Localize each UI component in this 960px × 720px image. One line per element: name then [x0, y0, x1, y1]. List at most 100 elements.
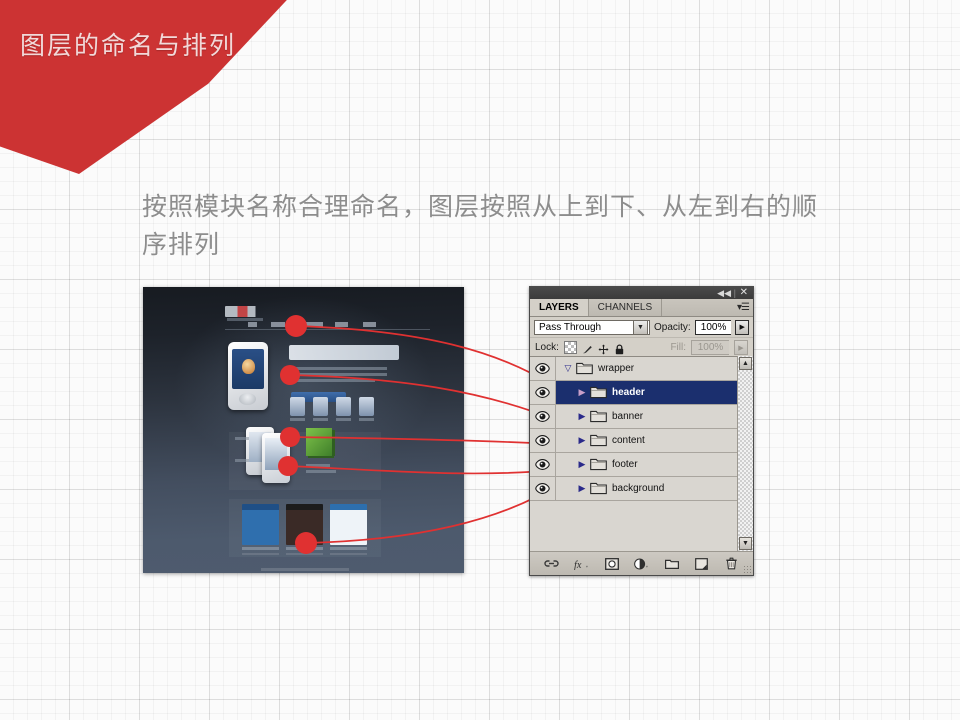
- tab-channels[interactable]: CHANNELS: [589, 299, 663, 316]
- blend-mode-select[interactable]: Pass Through ▼: [534, 319, 651, 335]
- mockup-headline: [289, 345, 399, 360]
- chevron-right-icon[interactable]: ▶: [574, 459, 590, 470]
- mockup-phone-screen: [265, 438, 287, 470]
- layer-name: header: [612, 387, 645, 398]
- layer-mask-icon[interactable]: [604, 556, 619, 571]
- layer-row[interactable]: ▶ banner: [530, 405, 753, 429]
- scroll-up-icon[interactable]: ▲: [739, 357, 752, 370]
- layer-name: background: [612, 483, 665, 494]
- slide-canvas: 图层的命名与排列 按照模块名称合理命名，图层按照从上到下、从左到右的顺序排列 ◀…: [0, 0, 960, 720]
- mockup-nav-item: [363, 322, 376, 327]
- layer-visibility-toggle[interactable]: [530, 405, 556, 428]
- layer-row[interactable]: ▽ wrapper: [530, 357, 753, 381]
- new-layer-icon[interactable]: [694, 556, 709, 571]
- folder-icon: [590, 410, 607, 423]
- mockup-site-logo-icon: [225, 306, 281, 317]
- chevron-right-icon[interactable]: ▶: [574, 411, 590, 422]
- link-layers-icon[interactable]: [544, 556, 559, 571]
- eye-icon: [535, 435, 550, 446]
- mockup-paragraph-line: [289, 379, 375, 382]
- mockup-feature-label: [336, 418, 351, 421]
- fill-input[interactable]: 100%: [691, 340, 729, 355]
- layer-row[interactable]: ▶ footer: [530, 453, 753, 477]
- panel-menu-icon[interactable]: ▾☰: [737, 302, 750, 313]
- mockup-gallery-card: [286, 504, 323, 545]
- layer-style-fx-icon[interactable]: fx: [574, 556, 589, 571]
- mockup-phone-home-button: [239, 393, 256, 405]
- layer-name: banner: [612, 411, 644, 422]
- mockup-paragraph-line: [289, 373, 387, 376]
- mockup-nav-item: [271, 322, 285, 327]
- eye-icon: [535, 411, 550, 422]
- lock-all-icon[interactable]: [614, 342, 625, 355]
- layer-row[interactable]: ▶ header: [530, 381, 753, 405]
- mockup-product-box: [306, 428, 332, 456]
- panel-bottom-toolbar: fx: [530, 551, 753, 575]
- mockup-gallery-label: [330, 547, 367, 550]
- chevron-right-icon[interactable]: ▶: [574, 387, 590, 398]
- layer-row[interactable]: ▶ content: [530, 429, 753, 453]
- mockup-feature-thumb: [359, 397, 374, 416]
- layer-visibility-toggle[interactable]: [530, 381, 556, 404]
- eye-icon: [535, 483, 550, 494]
- mockup-box-caption: [306, 464, 330, 467]
- folder-icon: [576, 362, 593, 375]
- close-icon[interactable]: ✕: [740, 287, 748, 299]
- mockup-gallery-desc: [242, 553, 279, 555]
- mockup-gallery-label: [286, 547, 323, 550]
- folder-icon: [590, 482, 607, 495]
- layer-visibility-toggle[interactable]: [530, 453, 556, 476]
- fill-stepper-icon[interactable]: ▶: [734, 340, 748, 355]
- mockup-feature-label: [290, 418, 305, 421]
- chevron-down-icon[interactable]: ▽: [560, 363, 576, 374]
- mockup-feature-thumb: [313, 397, 328, 416]
- mockup-nav-item: [248, 322, 257, 327]
- chevron-right-icon[interactable]: ▶: [574, 435, 590, 446]
- fill-label: Fill:: [670, 342, 686, 353]
- page-title: 图层的命名与排列: [20, 32, 237, 60]
- panel-resize-grip[interactable]: [743, 565, 751, 573]
- opacity-stepper-icon[interactable]: ▶: [735, 319, 749, 335]
- lock-label: Lock:: [535, 342, 559, 353]
- mockup-feature-thumb: [290, 397, 305, 416]
- layer-name: content: [612, 435, 645, 446]
- layer-row[interactable]: ▶ background: [530, 477, 753, 501]
- chevron-right-icon[interactable]: ▶: [574, 483, 590, 494]
- lock-position-icon[interactable]: [598, 342, 609, 355]
- mockup-box-caption: [306, 470, 336, 473]
- opacity-label: Opacity:: [654, 321, 691, 333]
- chevron-down-icon[interactable]: ▼: [633, 319, 649, 335]
- panel-tabs: LAYERS CHANNELS ▾☰: [530, 299, 753, 317]
- mockup-nav-item: [306, 322, 323, 327]
- layers-scrollbar[interactable]: ▲ ▼: [737, 356, 753, 551]
- mockup-feature-label: [313, 418, 328, 421]
- mockup-gallery-desc: [330, 553, 367, 555]
- adjustment-layer-icon[interactable]: [634, 556, 649, 571]
- tab-layers[interactable]: LAYERS: [530, 299, 589, 316]
- mockup-gallery-label: [242, 547, 279, 550]
- photoshop-layers-panel: ◀◀ | ✕ LAYERS CHANNELS ▾☰ Pass Through ▼…: [529, 286, 754, 576]
- folder-icon: [590, 434, 607, 447]
- layer-visibility-toggle[interactable]: [530, 357, 556, 380]
- eye-icon: [535, 459, 550, 470]
- blend-mode-row: Pass Through ▼ Opacity: 100% ▶: [530, 317, 753, 338]
- mockup-side-label: [235, 459, 249, 462]
- svg-text:fx: fx: [574, 559, 582, 569]
- lock-image-pixels-icon[interactable]: [582, 342, 593, 354]
- folder-icon: [590, 386, 607, 399]
- mockup-nav-item: [335, 322, 348, 327]
- mockup-logo-subtext: [227, 318, 263, 321]
- body-paragraph: 按照模块名称合理命名，图层按照从上到下、从左到右的顺序排列: [142, 193, 819, 259]
- collapse-icon[interactable]: ◀◀: [717, 288, 731, 298]
- scroll-down-icon[interactable]: ▼: [739, 537, 752, 550]
- layer-visibility-toggle[interactable]: [530, 429, 556, 452]
- lock-transparent-pixels-icon[interactable]: [563, 341, 577, 354]
- mockup-nav-underline: [225, 329, 430, 330]
- opacity-input[interactable]: 100%: [694, 319, 732, 335]
- layers-list: ▽ wrapper ▶ header ▶ banner ▶ content ▶ footer ▶ ba…: [530, 356, 753, 551]
- layer-visibility-toggle[interactable]: [530, 477, 556, 500]
- delete-layer-icon[interactable]: [724, 556, 739, 571]
- new-group-icon[interactable]: [664, 556, 679, 571]
- mockup-gallery-desc: [286, 553, 323, 555]
- mockup-feature-label: [359, 418, 374, 421]
